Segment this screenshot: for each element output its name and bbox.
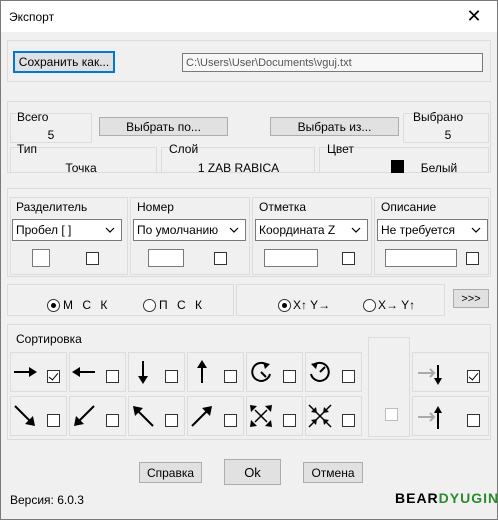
select-by-button[interactable]: Выбрать по... — [99, 117, 228, 136]
separator-select[interactable]: Пробел [ ] — [12, 219, 122, 241]
number-prefix-input[interactable] — [148, 249, 184, 267]
selected-label: Выбрано — [413, 110, 464, 124]
rotate-cw-icon — [310, 361, 330, 382]
xy-order-radio[interactable] — [278, 299, 291, 312]
elevation-select[interactable]: Координата Z — [255, 219, 368, 241]
more-button[interactable]: >>> — [453, 289, 489, 308]
sort-option-checkbox[interactable] — [283, 370, 296, 383]
extra-sort-top-checkbox[interactable] — [467, 370, 480, 383]
sort-option-checkbox[interactable] — [165, 414, 178, 427]
total-label: Всего — [17, 110, 49, 124]
arrow-down-icon — [138, 361, 148, 384]
chevron-down-icon — [351, 227, 361, 233]
arrow-right-icon — [14, 367, 37, 377]
psk-radio[interactable] — [143, 299, 156, 312]
sort-option-checkbox[interactable] — [342, 414, 355, 427]
separator-custom-input[interactable] — [32, 249, 50, 267]
sort-option-checkbox[interactable] — [106, 414, 119, 427]
msk-radio[interactable] — [47, 299, 60, 312]
version-text: Версия: 6.0.3 — [10, 493, 84, 507]
close-button[interactable]: ✕ — [451, 1, 497, 32]
separator-select-value: Пробел [ ] — [16, 223, 72, 237]
number-label: Номер — [137, 200, 174, 214]
arrow-up-left-icon — [133, 406, 154, 427]
total-value: 5 — [47, 128, 55, 142]
arrow-up-icon — [197, 360, 207, 383]
help-button[interactable]: Справка — [139, 462, 202, 483]
msk-label: М С К — [63, 298, 111, 312]
elevation-custom-input[interactable] — [264, 249, 318, 267]
ok-button[interactable]: Ok — [224, 459, 281, 485]
selected-value: 5 — [444, 128, 452, 142]
separator-checkbox[interactable] — [86, 252, 99, 265]
sort-reverse-checkbox[interactable] — [385, 408, 398, 421]
gray-arrow-up-icon — [418, 406, 442, 429]
rotate-ccw-icon — [251, 361, 271, 382]
elevation-label: Отметка — [259, 200, 307, 214]
type-label: Тип — [17, 142, 38, 156]
color-swatch — [391, 160, 404, 173]
type-value: Точка — [65, 161, 97, 175]
sort-option-checkbox[interactable] — [342, 370, 355, 383]
gray-arrow-down-icon — [418, 365, 442, 385]
window-title: Экспорт — [9, 10, 55, 24]
color-label: Цвет — [327, 142, 354, 156]
description-select-value: Не требуется — [381, 223, 455, 237]
number-select[interactable]: По умолчанию — [133, 219, 246, 241]
save-path-field[interactable]: C:\Users\User\Documents\vguj.txt — [182, 53, 483, 72]
save-as-button[interactable]: Сохранить как... — [13, 51, 115, 73]
title-bar: Экспорт ✕ — [1, 1, 497, 32]
chevron-down-icon — [105, 227, 115, 233]
layer-label: Слой — [169, 142, 199, 156]
separator-label: Разделитель — [16, 200, 88, 214]
number-select-value: По умолчанию — [137, 223, 219, 237]
description-custom-input[interactable] — [385, 249, 457, 267]
cancel-button[interactable]: Отмена — [303, 462, 363, 483]
color-value: Белый — [420, 161, 458, 175]
xy-order-label: X↑ Y→ — [293, 298, 331, 312]
extra-sort-bottom-checkbox[interactable] — [467, 414, 480, 427]
collapse-arrows-icon — [308, 404, 332, 428]
select-from-button[interactable]: Выбрать из... — [270, 117, 399, 136]
psk-label: П С К — [159, 298, 205, 312]
yx-order-label: X→ Y↑ — [378, 298, 416, 312]
sort-option-checkbox[interactable] — [47, 370, 60, 383]
chevron-down-icon — [229, 227, 239, 233]
elevation-select-value: Координата Z — [259, 223, 336, 237]
sort-reverse-cell — [368, 337, 410, 437]
sort-option-checkbox[interactable] — [106, 370, 119, 383]
description-checkbox[interactable] — [466, 252, 479, 265]
arrow-down-left-icon — [74, 405, 95, 426]
sort-option-checkbox[interactable] — [224, 414, 237, 427]
sort-option-checkbox[interactable] — [165, 370, 178, 383]
chevron-down-icon — [471, 227, 481, 233]
layer-value: 1 ZAB RABICA — [197, 161, 280, 175]
arrow-up-right-icon — [191, 406, 212, 427]
sort-option-checkbox[interactable] — [224, 370, 237, 383]
brand-logo: BEARDYUGIN — [395, 490, 498, 506]
sort-label: Сортировка — [16, 332, 82, 346]
description-select[interactable]: Не требуется — [377, 219, 488, 241]
number-checkbox[interactable] — [214, 252, 227, 265]
expand-arrows-icon — [250, 405, 272, 427]
sort-option-checkbox[interactable] — [283, 414, 296, 427]
yx-order-radio[interactable] — [363, 299, 376, 312]
description-label: Описание — [381, 200, 437, 214]
export-dialog: Экспорт ✕ Сохранить как... C:\Users\User… — [0, 0, 498, 520]
arrow-down-right-icon — [14, 405, 35, 426]
arrow-left-icon — [72, 367, 95, 377]
sort-option-checkbox[interactable] — [47, 414, 60, 427]
elevation-checkbox[interactable] — [342, 252, 355, 265]
